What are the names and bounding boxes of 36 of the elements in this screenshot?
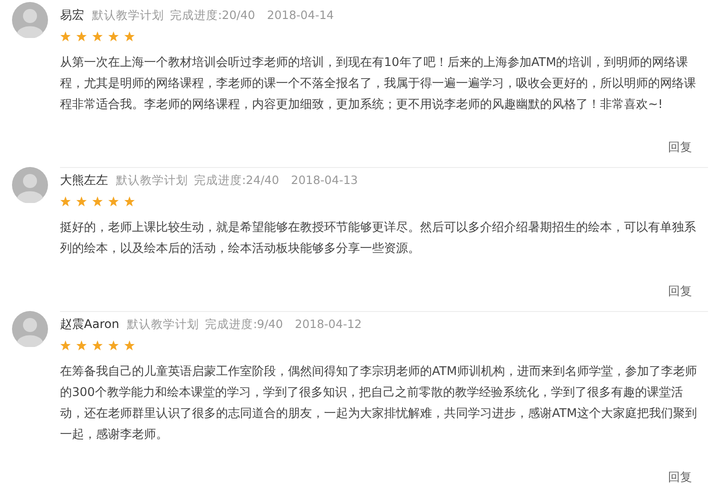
- star-icon: [60, 31, 71, 42]
- user-name: 赵震Aaron: [60, 316, 120, 333]
- avatar-icon: [12, 167, 48, 203]
- progress-label: 完成进度:9/40: [205, 317, 283, 332]
- reply-link[interactable]: 回复: [668, 469, 692, 484]
- star-icon: [92, 196, 103, 207]
- progress-label: 完成进度:20/40: [170, 8, 256, 23]
- review-date: 2018-04-12: [294, 317, 362, 331]
- star-icon: [92, 31, 103, 42]
- progress-label: 完成进度:24/40: [194, 173, 280, 188]
- star-icon: [60, 196, 71, 207]
- review-text: 挺好的，老师上课比较生动，就是希望能够在教授环节能够更详尽。然后可以多介绍介绍暑期招生的绘本，可以有单独系列的绘本，以及绘本后的活动，绘本活动板块能够多分享一些资源。: [60, 219, 697, 257]
- star-icon: [60, 340, 71, 351]
- plan-label: 默认教学计划: [92, 8, 164, 23]
- avatar-icon: [12, 2, 48, 38]
- star-icon: [108, 196, 119, 207]
- plan-label: 默认教学计划: [127, 317, 200, 332]
- reply-link[interactable]: 回复: [668, 139, 692, 156]
- user-name: 易宏: [60, 7, 84, 24]
- review-date: 2018-04-14: [267, 8, 334, 22]
- plan-label: 默认教学计划: [116, 173, 188, 188]
- star-icon: [108, 340, 119, 351]
- review-text: 在筹备我自己的儿童英语启蒙工作室阶段，偶然间得知了李宗玥老师的ATM师训机构，进而来到名师学堂，参加了李老师的300个教学能力和绘本课堂的学习，学到了很多知识，把自己之前零散的教学经验系统化，学到了很多有趣的课堂活动，还在老师群里认识了很多的志同道合的朋友，一起为大家排忧解难，共同学习进步，感谢ATM这个大家庭把我们聚到一起，感谢李老师。: [60, 363, 698, 443]
- star-icon: [124, 196, 135, 207]
- star-icon: [124, 340, 135, 351]
- star-icon: [76, 340, 87, 351]
- star-icon: [124, 31, 135, 42]
- star-icon: [76, 31, 87, 42]
- avatar-icon: [12, 311, 48, 347]
- reply-link[interactable]: 回复: [668, 283, 692, 300]
- review-date: 2018-04-13: [291, 173, 358, 187]
- user-name: 大熊左左: [60, 172, 108, 189]
- star-icon: [76, 196, 87, 207]
- star-icon: [108, 31, 119, 42]
- review-text: 从第一次在上海一个教材培训会听过李老师的培训，到现在有10年了吧！后来的上海参加ATM的培训，到明师的网络课程，尤其是明师的网络课程，李老师的课一个不落全报名了，我属于得一遍一遍学习，吸收会更好的，所以明师的网络课程非常适合我。李老师的网络课程，内容更加细致，更加系统；更不用说李老师的风趣幽默的风格了！非常喜欢~!: [60, 54, 697, 113]
- star-icon: [92, 340, 103, 351]
